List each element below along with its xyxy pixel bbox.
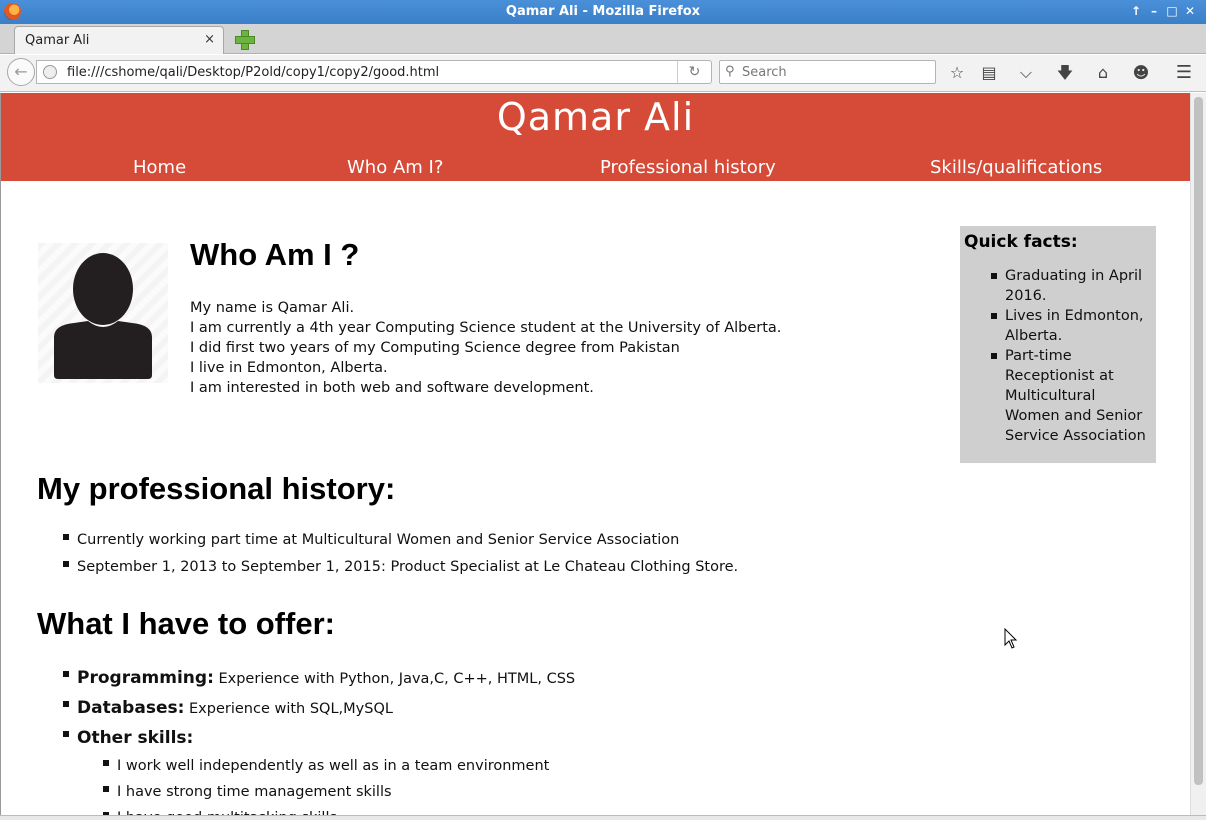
globe-icon bbox=[43, 65, 57, 79]
site-header: Qamar Ali Home Who Am I? Professional hi… bbox=[1, 93, 1190, 181]
profile-avatar bbox=[38, 243, 168, 383]
skills-list: Programming: Experience with Python, Jav… bbox=[62, 664, 576, 754]
other-skill-item: I have good multitasking skills bbox=[102, 805, 549, 815]
window-titlebar: Qamar Ali - Mozilla Firefox ↑ – □ ✕ bbox=[0, 0, 1206, 24]
fact-item: Part-time Receptionist at Multicultural … bbox=[991, 346, 1152, 446]
maximize-button[interactable]: □ bbox=[1164, 3, 1180, 19]
fact-item: Lives in Edmonton, Alberta. bbox=[991, 306, 1152, 346]
page-viewport: Qamar Ali Home Who Am I? Professional hi… bbox=[0, 93, 1190, 815]
bio-line: I am interested in both web and software… bbox=[190, 380, 594, 396]
skill-label: Databases: bbox=[77, 698, 185, 718]
nav-link-skills[interactable]: Skills/qualifications bbox=[930, 157, 1102, 178]
other-skill-item: I have strong time management skills bbox=[102, 779, 549, 805]
history-item: Currently working part time at Multicult… bbox=[62, 527, 738, 554]
who-am-i-heading: Who Am I ? bbox=[190, 237, 360, 272]
keep-above-button[interactable]: ↑ bbox=[1128, 3, 1144, 19]
bio-line: I live in Edmonton, Alberta. bbox=[190, 360, 388, 376]
other-skill-item: I work well independently as well as in … bbox=[102, 753, 549, 779]
bio-line: My name is Qamar Ali. bbox=[190, 300, 355, 316]
search-input[interactable] bbox=[742, 63, 927, 81]
search-bar[interactable]: ⚲ bbox=[719, 60, 936, 84]
reload-icon[interactable]: ↻ bbox=[677, 61, 711, 83]
hamburger-menu-icon[interactable]: ☰ bbox=[1174, 63, 1194, 83]
scrollbar-thumb[interactable] bbox=[1194, 97, 1203, 785]
bio-line: I am currently a 4th year Computing Scie… bbox=[190, 320, 782, 336]
quick-facts-title: Quick facts: bbox=[964, 232, 1078, 252]
back-arrow-icon[interactable]: ← bbox=[7, 58, 35, 86]
bio-text: My name is Qamar Ali. I am currently a 4… bbox=[190, 298, 781, 398]
reading-list-icon[interactable]: ▤ bbox=[979, 63, 999, 83]
site-title: Qamar Ali bbox=[496, 95, 695, 139]
nav-link-home[interactable]: Home bbox=[133, 157, 186, 178]
vertical-scrollbar[interactable] bbox=[1190, 93, 1206, 815]
download-arrow-icon[interactable]: 🡇 bbox=[1055, 63, 1075, 83]
tab-qamar-ali[interactable]: Qamar Ali × bbox=[14, 26, 224, 54]
skill-label: Programming: bbox=[77, 668, 214, 688]
fact-item: Graduating in April 2016. bbox=[991, 266, 1152, 306]
professional-history-heading: My professional history: bbox=[37, 471, 396, 506]
skill-item: Programming: Experience with Python, Jav… bbox=[62, 664, 576, 694]
nav-link-who-am-i[interactable]: Who Am I? bbox=[347, 157, 443, 178]
bio-line: I did first two years of my Computing Sc… bbox=[190, 340, 680, 356]
skill-detail: Experience with SQL,MySQL bbox=[189, 701, 393, 717]
other-skills-list: I work well independently as well as in … bbox=[102, 753, 549, 815]
nav-toolbar: ← file:///cshome/qali/Desktop/P2old/copy… bbox=[0, 55, 1206, 92]
skill-label: Other skills: bbox=[77, 728, 194, 748]
url-bar[interactable]: file:///cshome/qali/Desktop/P2old/copy1/… bbox=[36, 60, 712, 84]
window-title: Qamar Ali - Mozilla Firefox bbox=[505, 4, 701, 19]
pocket-icon[interactable]: ⌵ bbox=[1016, 63, 1036, 83]
close-tab-icon[interactable]: × bbox=[204, 32, 215, 47]
skill-item: Databases: Experience with SQL,MySQL bbox=[62, 694, 575, 724]
history-item: September 1, 2013 to September 1, 2015: … bbox=[62, 554, 738, 581]
skill-detail: Experience with Python, Java,C, C++, HTM… bbox=[218, 671, 576, 687]
nav-link-professional-history[interactable]: Professional history bbox=[600, 157, 776, 178]
new-tab-plus-icon[interactable] bbox=[234, 29, 255, 50]
tab-label: Qamar Ali bbox=[25, 33, 90, 48]
mouse-cursor-icon bbox=[1004, 628, 1018, 649]
quick-facts-box: Quick facts: Graduating in April 2016. L… bbox=[960, 226, 1156, 463]
url-text[interactable]: file:///cshome/qali/Desktop/P2old/copy1/… bbox=[67, 65, 439, 80]
minimize-button[interactable]: – bbox=[1146, 3, 1162, 19]
skill-item: Other skills: bbox=[62, 724, 575, 754]
offer-heading: What I have to offer: bbox=[37, 606, 335, 641]
person-silhouette-icon bbox=[54, 253, 152, 379]
chat-smiley-icon[interactable]: ☻ bbox=[1131, 63, 1151, 83]
window-bottom-edge bbox=[0, 815, 1206, 820]
tab-strip: Qamar Ali × bbox=[0, 24, 1206, 54]
close-window-button[interactable]: ✕ bbox=[1182, 3, 1198, 19]
history-list: Currently working part time at Multicult… bbox=[62, 527, 738, 581]
bookmark-star-icon[interactable]: ☆ bbox=[947, 63, 967, 83]
home-icon[interactable]: ⌂ bbox=[1093, 63, 1113, 83]
search-icon: ⚲ bbox=[725, 64, 735, 79]
